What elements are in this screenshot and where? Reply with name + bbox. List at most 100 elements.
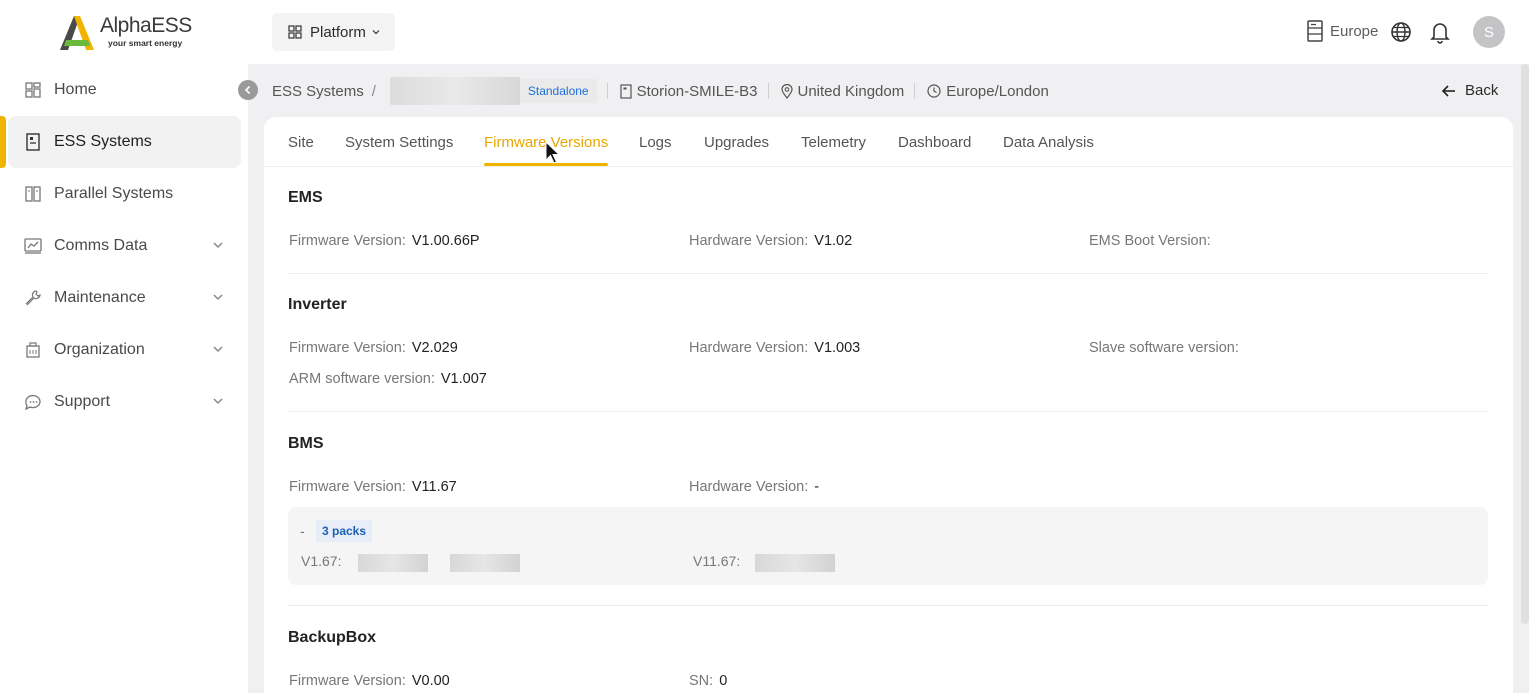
redacted-pack-serial (450, 554, 520, 572)
active-indicator (0, 116, 6, 168)
ems-firmware-value: V1.00.66P (411, 233, 480, 249)
tab-telemetry[interactable]: Telemetry (801, 134, 866, 151)
redacted-pack-serial (755, 554, 835, 572)
bms-packs-panel: - 3 packs V1.67: V11.67: (288, 507, 1488, 585)
globe-icon[interactable] (1390, 21, 1412, 43)
bms-firmware-field: Firmware Version: V11.67 (289, 479, 457, 495)
sidebar-item-organization[interactable]: Organization (8, 324, 241, 376)
inverter-hardware-value: V1.003 (814, 340, 861, 356)
country-name: United Kingdom (797, 82, 905, 100)
sidebar-item-comms-data[interactable]: Comms Data (8, 220, 241, 272)
chevron-down-icon (213, 346, 223, 353)
breadcrumb-ess-systems[interactable]: ESS Systems (272, 83, 364, 100)
sidebar-item-label: Organization (54, 341, 145, 358)
tab-system-settings[interactable]: System Settings (345, 134, 453, 151)
bms-hardware-value: - (814, 479, 820, 495)
alphaess-logo[interactable]: AlphaESS your smart energy (58, 12, 198, 52)
chevron-down-icon (213, 398, 223, 405)
collapse-sidebar-button[interactable] (238, 80, 258, 100)
scrollbar[interactable] (1521, 64, 1529, 624)
field-label: Hardware Version (689, 479, 805, 495)
section-title-inverter: Inverter (288, 296, 347, 313)
tab-site[interactable]: Site (288, 134, 314, 151)
device-icon (620, 83, 632, 99)
region-selector[interactable]: Europe (1306, 20, 1378, 42)
chevron-left-icon (244, 85, 251, 95)
tab-dashboard[interactable]: Dashboard (898, 134, 971, 151)
server-icon (1307, 20, 1323, 42)
redacted-system-id (389, 77, 520, 105)
backupbox-sn-value: 0 (719, 673, 728, 689)
platform-dropdown[interactable]: Platform (272, 13, 395, 51)
inverter-slave-field: Slave software version: (1089, 340, 1239, 356)
back-label: Back (1465, 82, 1499, 99)
sidebar-item-label: Home (54, 81, 97, 98)
parallel-icon (24, 185, 42, 203)
country-info: United Kingdom (780, 82, 905, 100)
sidebar-item-home[interactable]: Home (8, 64, 241, 116)
breadcrumb: ESS Systems / Standalone Storion-SMILE-B… (272, 76, 1049, 106)
backupbox-sn-field: SN: 0 (689, 673, 728, 689)
back-button[interactable]: Back (1441, 82, 1498, 99)
field-label: Firmware Version (289, 479, 402, 495)
platform-label: Platform (310, 23, 366, 41)
chevron-down-icon (372, 30, 380, 35)
field-label: Slave software version (1089, 340, 1235, 356)
chart-icon (24, 237, 42, 255)
field-label: EMS Boot Version (1089, 233, 1207, 249)
bell-icon[interactable] (1429, 20, 1451, 44)
breadcrumb-separator: / (371, 82, 376, 100)
section-divider (288, 605, 1488, 606)
model-info: Storion-SMILE-B3 (620, 83, 758, 100)
field-label: Firmware Version (289, 673, 402, 689)
mouse-cursor-icon (545, 141, 561, 164)
top-header: Platform Europe S (248, 0, 1529, 64)
sidebar: AlphaESS your smart energy Home ESS Syst… (0, 0, 248, 693)
inverter-arm-value: V1.007 (440, 371, 487, 387)
tab-bar: Site System Settings Firmware Versions L… (264, 117, 1513, 167)
field-label: Firmware Version (289, 340, 402, 356)
tab-data-analysis[interactable]: Data Analysis (1003, 134, 1094, 151)
ems-hardware-value: V1.02 (814, 233, 853, 249)
brand-tagline: your smart energy (108, 38, 183, 48)
section-title-bms: BMS (288, 435, 324, 452)
firmware-card: Site System Settings Firmware Versions L… (264, 117, 1513, 693)
section-divider (288, 411, 1488, 412)
organization-icon (24, 341, 42, 359)
inverter-firmware-value: V2.029 (411, 340, 458, 356)
sidebar-item-label: Support (54, 393, 111, 410)
field-label: Firmware Version (289, 233, 402, 249)
field-label: Hardware Version (689, 340, 805, 356)
pack-version-label: V1.67: (301, 553, 342, 569)
tab-logs[interactable]: Logs (639, 134, 672, 151)
inverter-arm-field: ARM software version: V1.007 (289, 371, 487, 387)
packs-count-badge: 3 packs (316, 520, 373, 542)
section-title-ems: EMS (288, 189, 323, 206)
packs-collapse-toggle[interactable]: - (300, 523, 305, 539)
field-label: SN (689, 673, 710, 689)
divider (606, 83, 608, 99)
ems-boot-field: EMS Boot Version: (1089, 233, 1211, 249)
sidebar-item-label: Parallel Systems (54, 185, 174, 202)
region-label: Europe (1330, 22, 1379, 40)
sidebar-item-maintenance[interactable]: Maintenance (8, 272, 241, 324)
timezone-info: Europe/London (927, 83, 1049, 100)
support-chat-icon (24, 393, 42, 411)
backupbox-firmware-value: V0.00 (411, 673, 450, 689)
sidebar-item-support[interactable]: Support (8, 376, 241, 428)
sidebar-item-ess-systems[interactable]: ESS Systems (8, 116, 241, 168)
standalone-badge: Standalone (519, 79, 597, 103)
sidebar-item-label: ESS Systems (54, 133, 152, 150)
divider (767, 83, 769, 99)
wrench-icon (24, 289, 42, 307)
ems-firmware-field: Firmware Version: V1.00.66P (289, 233, 480, 249)
sidebar-item-parallel-systems[interactable]: Parallel Systems (8, 168, 241, 220)
inverter-firmware-field: Firmware Version: V2.029 (289, 340, 458, 356)
home-grid-icon (24, 81, 42, 99)
model-name: Storion-SMILE-B3 (636, 82, 758, 100)
inverter-hardware-field: Hardware Version: V1.003 (689, 340, 861, 356)
building-icon (24, 133, 42, 151)
section-title-backupbox: BackupBox (288, 629, 377, 646)
avatar[interactable]: S (1473, 16, 1505, 48)
tab-upgrades[interactable]: Upgrades (704, 134, 769, 151)
